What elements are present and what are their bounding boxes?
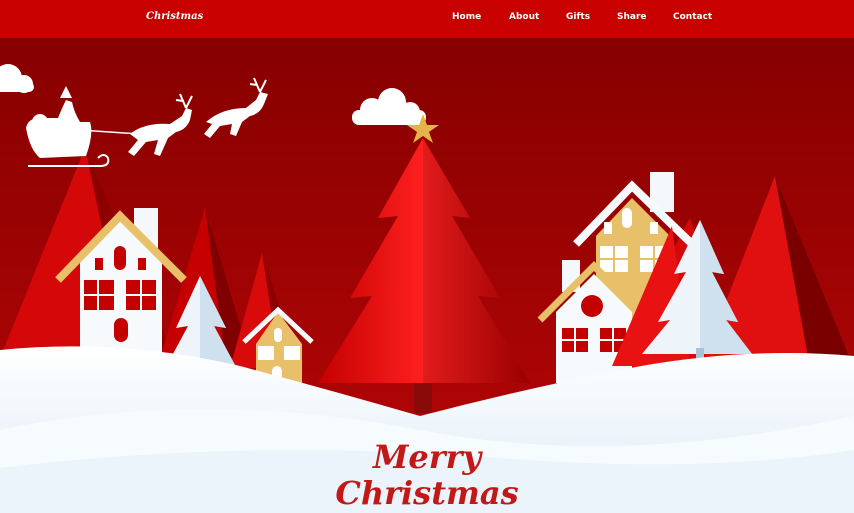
nav-home-link[interactable]: Home bbox=[452, 12, 481, 22]
hero-title-line-1: Merry bbox=[372, 438, 482, 476]
top-navbar: Christmas Home About Gifts Share Contact bbox=[0, 0, 854, 38]
nav-share-link[interactable]: Share bbox=[617, 12, 647, 22]
brand-logo[interactable]: Christmas bbox=[146, 11, 203, 22]
nav-gifts-link[interactable]: Gifts bbox=[566, 12, 590, 22]
nav-about-link[interactable]: About bbox=[509, 12, 539, 22]
nav-contact-link[interactable]: Contact bbox=[673, 12, 712, 22]
hero-title-line-2: Christmas bbox=[335, 474, 519, 512]
